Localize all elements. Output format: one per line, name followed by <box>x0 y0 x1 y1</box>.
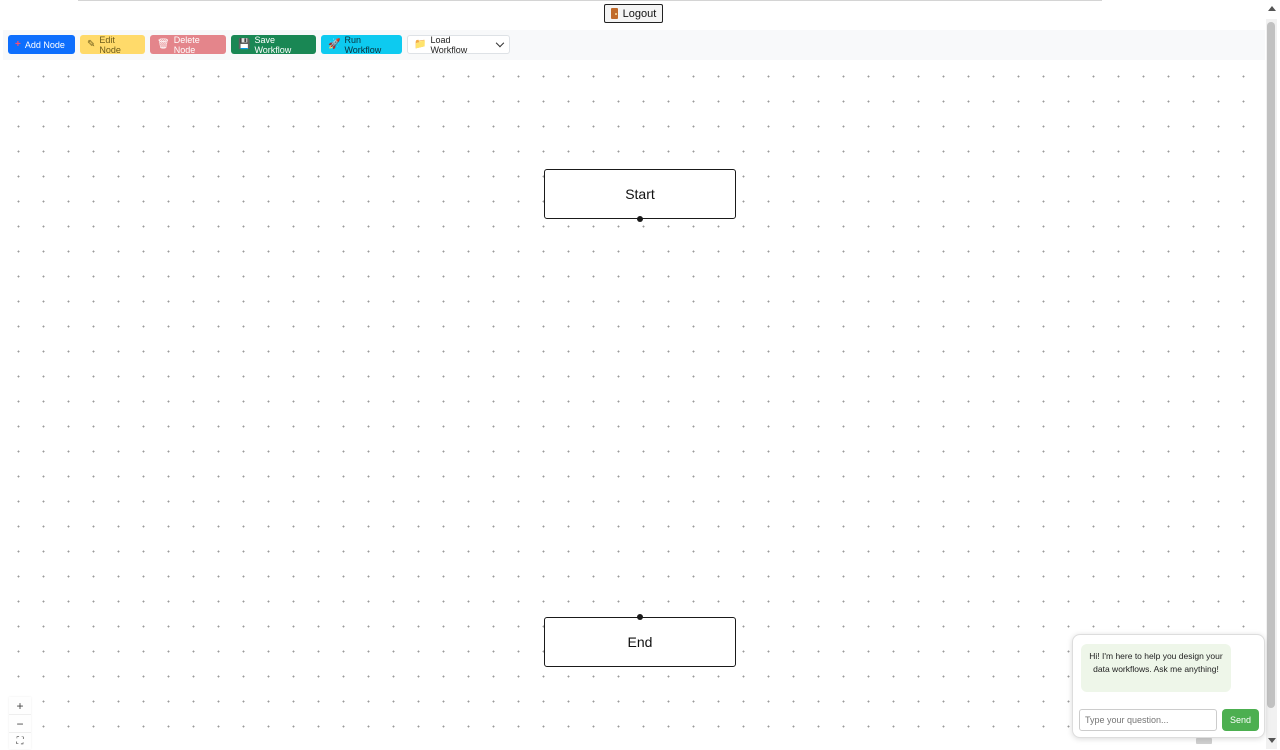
zoom-out-button[interactable]: − <box>9 715 31 733</box>
zoom-out-icon: − <box>16 716 24 731</box>
save-workflow-label: Save Workflow <box>254 34 292 55</box>
start-node-output-handle[interactable] <box>637 216 643 222</box>
rocket-icon: 🚀 <box>328 38 341 50</box>
assistant-message: Hi! I'm here to help you design your dat… <box>1081 644 1231 692</box>
save-workflow-button[interactable]: 💾 Save Workflow <box>231 34 316 55</box>
start-node-label: Start <box>625 186 655 202</box>
top-divider <box>78 0 1102 1</box>
zoom-in-button[interactable]: + <box>9 697 31 715</box>
fit-view-icon: ⛶ <box>16 736 24 747</box>
send-button[interactable]: Send <box>1222 709 1259 731</box>
zoom-controls: + − ⛶ <box>9 697 31 749</box>
logout-button[interactable]: Logout <box>604 4 663 23</box>
pencil-icon: ✎ <box>87 38 96 50</box>
load-workflow-dropdown[interactable]: 📁 Load Workflow <box>407 34 510 55</box>
chat-widget: Hi! I'm here to help you design your dat… <box>1072 634 1265 738</box>
fit-view-button[interactable]: ⛶ <box>9 733 31 750</box>
scroll-up-arrow-icon[interactable] <box>1268 6 1276 11</box>
edit-node-label: Edit Node <box>99 34 121 55</box>
zoom-in-icon: + <box>16 698 24 713</box>
door-icon <box>610 8 618 19</box>
scrollbar-thumb[interactable] <box>1267 22 1275 708</box>
delete-node-label: Delete Node <box>173 34 200 55</box>
folder-icon: 📁 <box>414 38 427 50</box>
delete-node-button[interactable]: 🗑 Delete Node <box>150 34 226 55</box>
edit-node-button[interactable]: ✎ Edit Node <box>80 34 145 55</box>
add-node-label: Add Node <box>24 39 65 50</box>
scroll-down-arrow-icon[interactable] <box>1268 738 1276 743</box>
minimap-handle <box>1196 738 1212 744</box>
toolbar: + Add Node ✎ Edit Node 🗑 Delete Node 💾 S… <box>3 30 1265 60</box>
run-workflow-label: Run Workflow <box>344 34 382 55</box>
run-workflow-button[interactable]: 🚀 Run Workflow <box>321 34 402 55</box>
logout-label: Logout <box>622 7 657 20</box>
load-workflow-label: Load Workflow <box>430 34 468 55</box>
chat-input[interactable] <box>1079 709 1217 731</box>
end-node-input-handle[interactable] <box>637 614 643 620</box>
add-node-button[interactable]: + Add Node <box>8 35 75 54</box>
chevron-down-icon <box>495 38 505 48</box>
plus-icon: + <box>15 38 21 50</box>
end-node-label: End <box>627 634 653 650</box>
floppy-disk-icon: 💾 <box>238 38 251 50</box>
start-node[interactable]: Start <box>544 169 736 222</box>
end-node[interactable]: End <box>544 614 736 667</box>
trash-icon: 🗑 <box>157 38 170 50</box>
